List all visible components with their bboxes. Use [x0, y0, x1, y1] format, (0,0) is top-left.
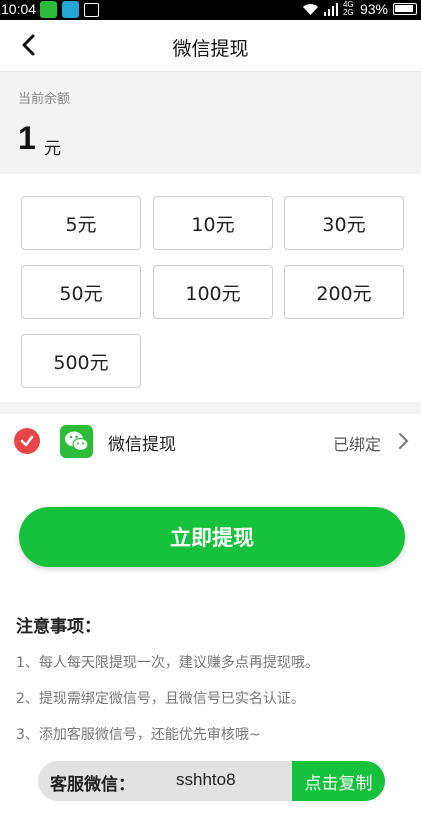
customer-service-wechat-id: sshhto8 [176, 770, 236, 789]
amount-option-10[interactable]: 10元 [153, 196, 273, 250]
page-title: 微信提现 [172, 38, 249, 60]
note-item: 3、添加客服微信号，还能优先审核哦~ [16, 727, 261, 743]
note-item: 2、提现需绑定微信号，且微信号已实名认证。 [16, 691, 305, 707]
navbar: 微信提现 [0, 20, 421, 72]
amount-option-5[interactable]: 5元 [21, 196, 141, 250]
amount-option-50[interactable]: 50元 [21, 265, 141, 319]
balance-label: 当前余额 [18, 92, 71, 107]
withdraw-button[interactable]: 立即提现 [19, 507, 405, 567]
status-bar: 10:04 4G 2G 93% [0, 0, 421, 20]
section-divider [0, 402, 421, 414]
balance-amount: 1 [18, 120, 36, 156]
network-type: 4G 2G [342, 0, 354, 17]
payment-method-status: 已绑定 [332, 435, 381, 454]
balance-unit: 元 [44, 139, 61, 159]
customer-service-label: 客服微信： [50, 775, 135, 795]
amount-options: 5元 10元 30元 50元 100元 200元 500元 [0, 174, 421, 402]
amount-option-500[interactable]: 500元 [21, 334, 141, 388]
status-right: 4G 2G 93% [302, 1, 417, 17]
wechat-icon [60, 425, 93, 458]
amount-option-30[interactable]: 30元 [284, 196, 404, 250]
box-notification-icon [62, 1, 79, 18]
signal-icon [323, 2, 338, 16]
customer-service-bar: 客服微信： sshhto8 点击复制 [38, 761, 385, 801]
amount-option-100[interactable]: 100元 [153, 265, 273, 319]
chevron-right-icon [399, 433, 409, 449]
payment-method-row[interactable]: 微信提现 已绑定 [0, 414, 421, 470]
note-item: 1、每人每天限提现一次，建议赚多点再提现哦。 [16, 655, 319, 671]
notes-title: 注意事项： [16, 617, 101, 637]
copy-button[interactable]: 点击复制 [292, 761, 385, 801]
selected-check-icon[interactable] [14, 428, 40, 454]
wifi-icon [302, 3, 318, 15]
payment-method-label: 微信提现 [108, 435, 176, 455]
battery-icon [393, 3, 417, 15]
battery-percent: 93% [359, 1, 388, 17]
amount-option-200[interactable]: 200元 [284, 265, 404, 319]
status-time: 10:04 [1, 1, 37, 17]
bag-notification-icon [84, 3, 99, 17]
balance-section: 当前余额 1 元 [0, 72, 421, 174]
wechat-notification-icon [40, 1, 57, 18]
